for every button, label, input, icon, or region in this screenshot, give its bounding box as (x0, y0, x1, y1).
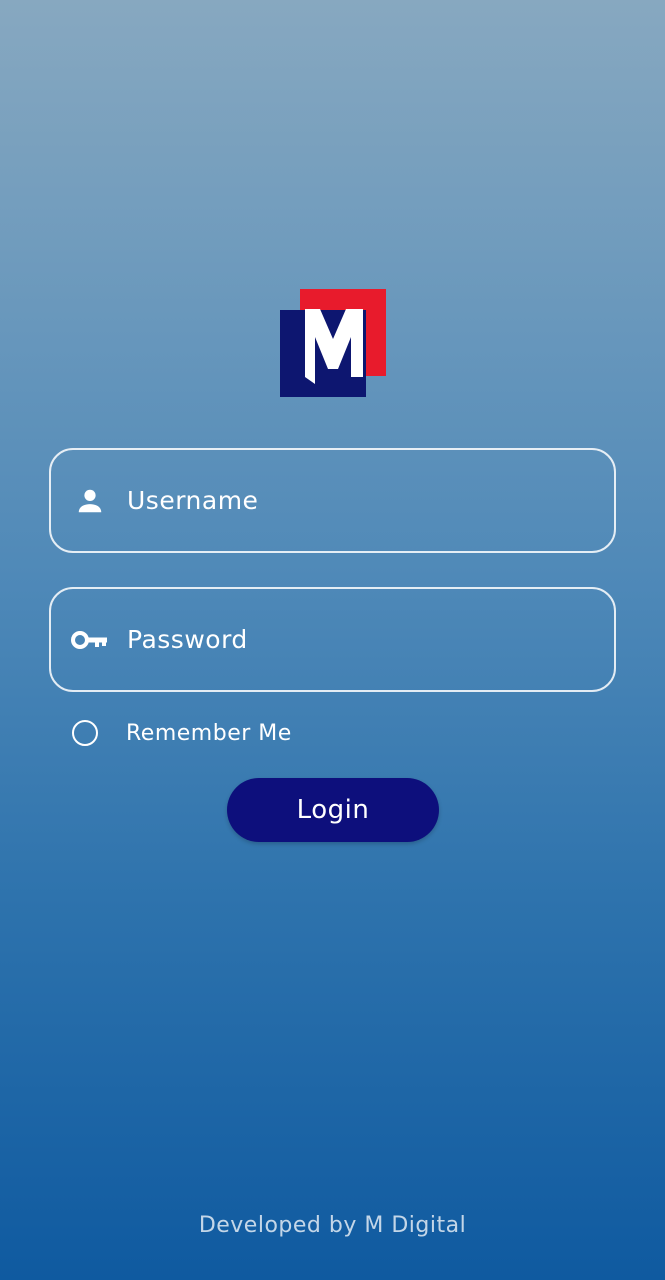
remember-me-label: Remember Me (126, 720, 292, 746)
footer-credit: Developed by M Digital (198, 1213, 467, 1238)
person-icon (71, 486, 109, 516)
login-button[interactable]: Login (227, 778, 439, 842)
username-input[interactable] (127, 450, 597, 551)
password-input[interactable] (127, 589, 597, 690)
password-field[interactable] (49, 587, 616, 692)
m-digital-logo (280, 289, 386, 397)
username-field[interactable] (49, 448, 616, 553)
remember-me-radio[interactable] (72, 720, 98, 746)
key-icon (71, 625, 109, 655)
remember-me[interactable]: Remember Me (72, 716, 292, 750)
